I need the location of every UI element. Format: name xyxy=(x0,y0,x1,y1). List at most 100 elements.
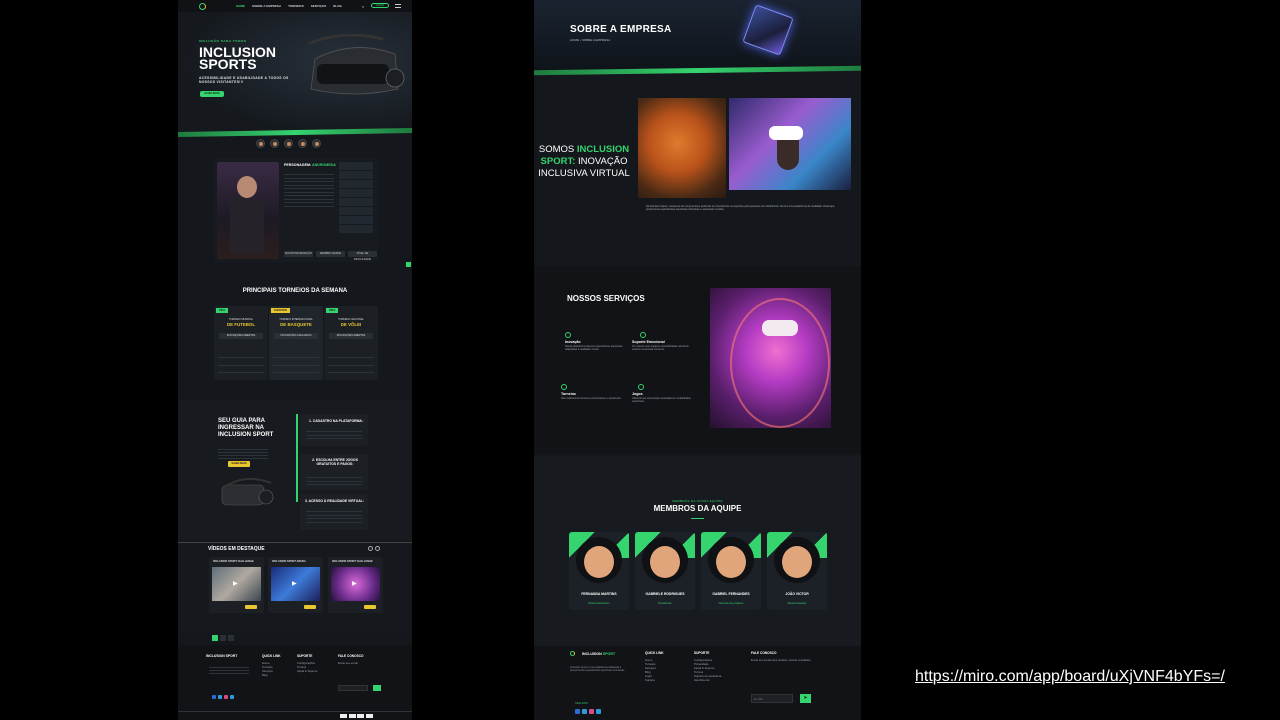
hero-section: INCLUSÃO PARA TODOS INCLUSION SPORTS ACE… xyxy=(178,12,412,136)
character-selector xyxy=(256,139,321,148)
video-card[interactable]: INCLUSION SPORT ARENA ▶ xyxy=(268,557,323,613)
nav-about[interactable]: SOBRE A EMPRESA xyxy=(252,4,281,8)
service-item: Inovação Nossa plataforma oferece experi… xyxy=(565,332,627,352)
watch-button[interactable] xyxy=(245,605,257,609)
hero-cta-button[interactable]: SAIBA MAIS xyxy=(200,91,224,97)
send-button[interactable] xyxy=(373,685,381,691)
twitter-icon[interactable] xyxy=(582,709,587,714)
footer: INCLUSION SPORT Inclusion sport é uma pl… xyxy=(534,646,861,720)
payment-icons xyxy=(340,714,373,718)
footer-email-input[interactable] xyxy=(751,694,793,703)
play-icon[interactable]: ▶ xyxy=(233,580,238,587)
miro-board-link[interactable]: https://miro.com/app/board/uXjVNF4bYFs=/ xyxy=(915,668,1225,686)
guide-step: 1. CADASTRO NA PLATAFORMA: xyxy=(300,414,368,446)
tournament-card[interactable]: PIKG TORNEIO NACIONAL DE VÔLEI INSCRIÇÕE… xyxy=(324,306,378,380)
guide-cta-button[interactable]: SAIBA MAIS xyxy=(228,461,250,467)
page-2[interactable] xyxy=(220,635,226,641)
nav-home[interactable]: HOME xyxy=(236,4,245,8)
services-section: NOSSOS SERVIÇOS Inovação Nossa plataform… xyxy=(534,266,861,454)
social-icons xyxy=(212,695,234,699)
social-icons xyxy=(575,709,601,714)
character-description xyxy=(284,171,334,231)
logo-icon[interactable] xyxy=(570,651,575,656)
facebook-icon[interactable] xyxy=(212,695,216,699)
nav-tournaments[interactable]: TORNEIOS xyxy=(288,4,304,8)
member-card[interactable]: GABRIEL FERNANDES Gerente de projetos xyxy=(701,532,761,610)
character-avatar[interactable] xyxy=(298,139,307,148)
pagination xyxy=(212,635,234,641)
character-actions: MAIOR INFORMAÇÃO MEMBRO DESDE NÍVEL DE D… xyxy=(284,251,377,261)
videos-section: VÍDEOS EM DESTAQUE INCLUSION SPORT CHALL… xyxy=(178,542,412,641)
tournament-card[interactable]: PIKG TORNEIO MUNDIAL DE FUTEBOL INSCRIÇÕ… xyxy=(214,306,268,380)
next-arrow-icon[interactable] xyxy=(375,546,380,551)
member-since-button[interactable]: MEMBRO DESDE xyxy=(316,251,345,257)
service-item: Suporte Emocional Os nossos com equipes … xyxy=(632,332,694,352)
tournament-card[interactable]: SHOOTER TORNEIO INTERNACIONAL DE BASQUET… xyxy=(269,306,323,380)
vr-headset-image xyxy=(307,34,405,95)
watch-button[interactable] xyxy=(364,605,376,609)
hero-title: INCLUSION SPORTS xyxy=(199,44,276,72)
about-hero: SOBRE A EMPRESA HOME • SOBRE A EMPRESA xyxy=(534,0,861,70)
watch-button[interactable] xyxy=(304,605,316,609)
follow-label: SIGA-NOS xyxy=(575,702,588,705)
character-image xyxy=(217,162,279,259)
more-info-button[interactable]: MAIOR INFORMAÇÃO xyxy=(284,251,313,257)
about-heading: SOMOS INCLUSION SPORT: INOVAÇÃO INCLUSIV… xyxy=(538,144,630,179)
team-title: MEMBROS DA AQUIPE xyxy=(653,504,742,513)
search-icon[interactable]: ⌕ xyxy=(362,4,364,9)
member-avatar xyxy=(642,537,688,583)
footer: INCLUSION SPORT QUICK LINK Home Torneios… xyxy=(178,645,412,720)
login-button[interactable]: LOGIN xyxy=(371,3,389,8)
vr-user-image xyxy=(710,288,831,428)
facebook-icon[interactable] xyxy=(575,709,580,714)
send-arrow-icon[interactable]: ➤ xyxy=(800,694,811,703)
about-section: SOMOS INCLUSION SPORT: INOVAÇÃO INCLUSIV… xyxy=(534,76,861,262)
logo-icon[interactable] xyxy=(199,3,206,10)
instagram-icon[interactable] xyxy=(224,695,228,699)
team-kicker: MEMBROS DA NOSSA EQUIPE xyxy=(672,499,723,503)
guide-step: 3. ACESSO À REALIDADE VIRTUAL: xyxy=(300,494,368,530)
telegram-icon[interactable] xyxy=(230,695,234,699)
telegram-icon[interactable] xyxy=(596,709,601,714)
video-card[interactable]: INCLUSION SPORT CHALLENGE ▶ xyxy=(328,557,383,613)
guide-title: SEU GUIA PARA INGRESSAR NA INCLUSION SPO… xyxy=(218,418,274,438)
footer-email-input[interactable] xyxy=(338,685,368,691)
character-avatar[interactable] xyxy=(312,139,321,148)
character-card: PERSONAGEM: ANDROMEDA MAIOR INFORMAÇÃO M… xyxy=(214,158,378,262)
character-label: PERSONAGEM: xyxy=(284,163,312,167)
prev-arrow-icon[interactable] xyxy=(368,546,373,551)
twitter-icon[interactable] xyxy=(218,695,222,699)
member-card[interactable]: JOÃO VICTOR Desenvolvedor xyxy=(767,532,827,610)
page-3[interactable] xyxy=(228,635,234,641)
difficulty-button[interactable]: NÍVEL DE DIFICULDADE xyxy=(348,251,377,261)
footer-contact: FALE CONOSCO Envie seu email xyxy=(338,654,364,665)
nav-blog[interactable]: BLOG xyxy=(333,4,342,8)
character-avatar[interactable] xyxy=(256,139,265,148)
footer-support-links: SUPORTE Configurações Termos Ajuda & Sup… xyxy=(297,654,318,673)
gamepad-icon xyxy=(638,384,644,390)
hero-subtitle: ACESSIBILIDADE E USABILIDADE A TODOS OS … xyxy=(199,76,289,84)
character-avatar[interactable] xyxy=(270,139,279,148)
play-icon[interactable]: ▶ xyxy=(292,580,297,587)
guide-section: SEU GUIA PARA INGRESSAR NA INCLUSION SPO… xyxy=(178,400,412,540)
instagram-icon[interactable] xyxy=(589,709,594,714)
diamond-icon xyxy=(565,332,571,338)
footer-contact: FALE CONOSCO Envie seu email para recebe… xyxy=(751,651,811,662)
scroll-top-button[interactable] xyxy=(406,262,411,267)
page-1[interactable] xyxy=(212,635,218,641)
hero-kicker: INCLUSÃO PARA TODOS xyxy=(199,39,247,43)
member-card[interactable]: FERNANDA MARTINS Diretor Executivo xyxy=(569,532,629,610)
play-icon[interactable]: ▶ xyxy=(352,580,357,587)
vr-headset-image xyxy=(221,477,274,506)
videos-title: VÍDEOS EM DESTAQUE xyxy=(208,546,265,552)
about-hero-title: SOBRE A EMPRESA xyxy=(570,24,672,35)
guide-step: 2. ESCOLHA ENTRE JOGOS GRATUITOS E PAGOS… xyxy=(300,454,368,490)
nav-services[interactable]: SERVIÇOS xyxy=(311,4,326,8)
character-attributes xyxy=(339,162,373,234)
character-avatar[interactable] xyxy=(284,139,293,148)
services-title: NOSSOS SERVIÇOS xyxy=(567,294,645,303)
member-card[interactable]: GABRIELE RODRIGUES Presidente xyxy=(635,532,695,610)
about-page-mockup: SOBRE A EMPRESA HOME • SOBRE A EMPRESA S… xyxy=(534,0,861,720)
video-card[interactable]: INCLUSION SPORT CHALLENGE ▶ xyxy=(209,557,264,613)
menu-icon[interactable] xyxy=(395,4,401,8)
